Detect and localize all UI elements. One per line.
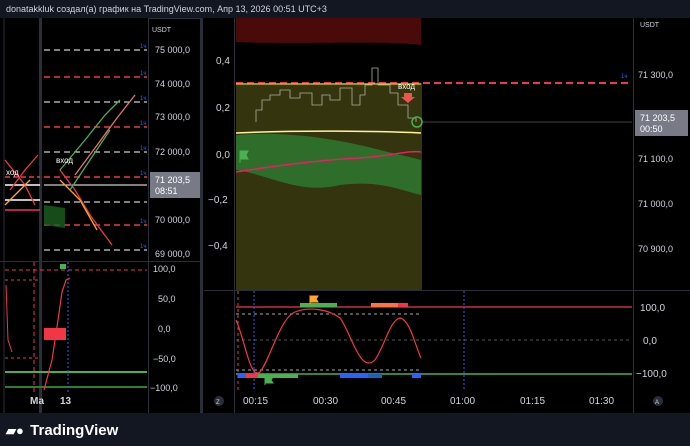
screenshot: donatakkluk создал(а) график на TradingV… [0, 0, 690, 446]
entry-label: вход [56, 156, 73, 165]
svg-text:1ч: 1ч [140, 71, 146, 77]
svg-text:71 100,0: 71 100,0 [638, 154, 673, 164]
svg-text:01:00: 01:00 [450, 396, 475, 407]
svg-text:01:15: 01:15 [520, 396, 545, 407]
left-currency-label: USDT [152, 27, 172, 34]
svg-text:1ч: 1ч [140, 96, 146, 102]
left-countdown: 08:51 [155, 186, 178, 196]
ema-band [44, 205, 65, 228]
svg-text:Ма: Ма [30, 396, 44, 407]
svg-text:1ч: 1ч [140, 121, 146, 127]
svg-text:0,2: 0,2 [216, 103, 230, 114]
interval-tags: 1ч 1ч 1ч 1ч 1ч 1ч 1ч 1ч [140, 44, 146, 250]
svg-text:00:30: 00:30 [313, 396, 338, 407]
svg-text:0,0: 0,0 [643, 336, 657, 347]
svg-text:1ч: 1ч [140, 244, 146, 250]
svg-text:00:45: 00:45 [381, 396, 406, 407]
svg-text:A[interactable]: A [655, 400, 659, 406]
svg-text:−50,0: −50,0 [153, 354, 176, 364]
charts-canvas: 1ч 1ч 1ч 1ч 1ч 1ч 1ч 1ч вход ход USDT 75… [0, 18, 690, 413]
svg-text:13: 13 [60, 396, 72, 407]
tradingview-logo-icon: ▰● [6, 423, 24, 438]
svg-text:−100,0: −100,0 [636, 369, 667, 380]
svg-text:70 000,0: 70 000,0 [155, 215, 190, 225]
svg-text:71 300,0: 71 300,0 [638, 70, 673, 80]
svg-text:72 000,0: 72 000,0 [155, 147, 190, 157]
svg-text:1ч: 1ч [140, 171, 146, 177]
svg-text:1ч: 1ч [140, 44, 146, 50]
right-countdown: 00:50 [640, 124, 663, 134]
svg-text:−100,0: −100,0 [150, 383, 178, 393]
svg-text:100,0: 100,0 [640, 303, 665, 314]
tradingview-logo[interactable]: ▰● TradingView [6, 422, 118, 439]
svg-text:−0,4: −0,4 [208, 241, 228, 252]
right-current-price: 71 203,5 [640, 113, 675, 123]
svg-text:50,0: 50,0 [158, 294, 176, 304]
svg-text:74 000,0: 74 000,0 [155, 79, 190, 89]
svg-text:0,4: 0,4 [216, 56, 230, 67]
svg-text:75 000,0: 75 000,0 [155, 45, 190, 55]
right-entry-label: вход [398, 82, 415, 91]
footer-bar: ▰● TradingView [0, 413, 690, 446]
svg-text:100,0: 100,0 [153, 264, 176, 274]
entry-label-left: ход [6, 168, 19, 177]
svg-text:73 000,0: 73 000,0 [155, 112, 190, 122]
svg-text:1ч: 1ч [140, 219, 146, 225]
svg-text:69 000,0: 69 000,0 [155, 249, 190, 259]
svg-text:−0,2: −0,2 [208, 195, 228, 206]
svg-text:71 000,0: 71 000,0 [638, 199, 673, 209]
left-current-price: 71 203,5 [155, 175, 190, 185]
svg-text:00:15: 00:15 [243, 396, 268, 407]
svg-text:1ч: 1ч [621, 74, 627, 80]
svg-text:70 900,0: 70 900,0 [638, 244, 673, 254]
right-currency-label: USDT [640, 22, 660, 29]
svg-text:0,0: 0,0 [158, 324, 171, 334]
svg-text:01:30: 01:30 [589, 396, 614, 407]
svg-text:1ч: 1ч [140, 146, 146, 152]
svg-text:0,0: 0,0 [216, 150, 230, 161]
resistance-zone [236, 18, 421, 45]
svg-text:Z[interactable]: Z [216, 400, 220, 406]
